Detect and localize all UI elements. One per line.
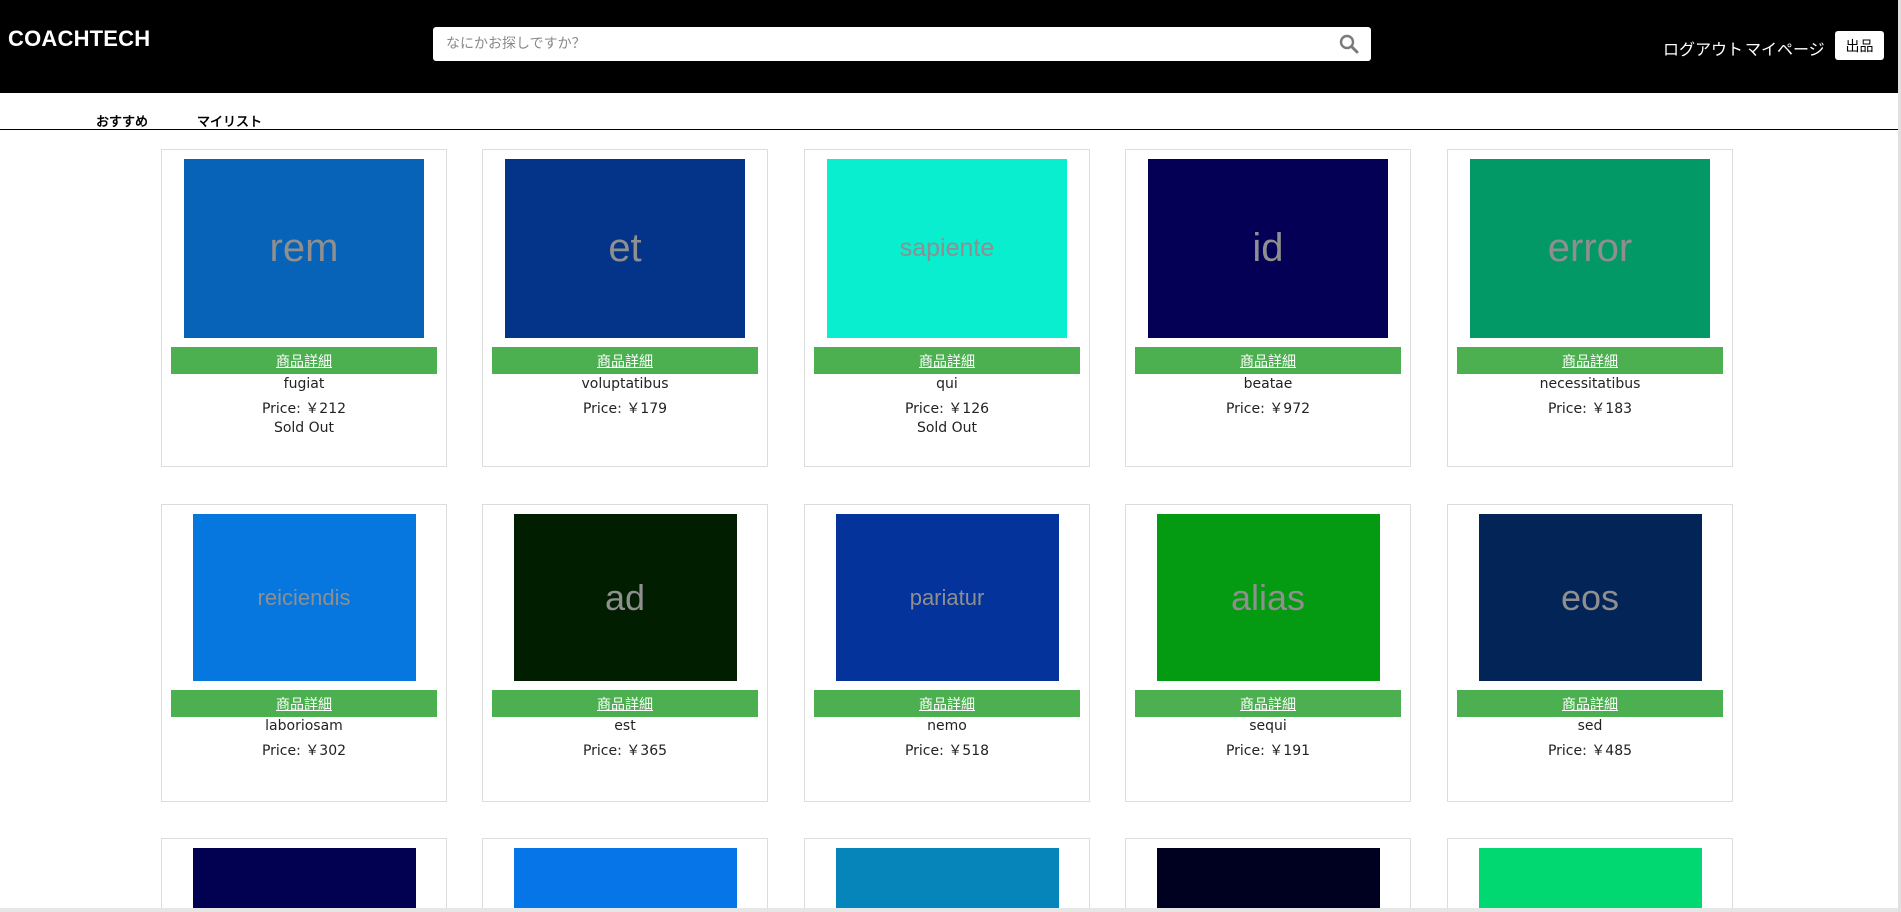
- logout-link[interactable]: ログアウト: [1663, 36, 1743, 60]
- product-card: et 商品詳細 voluptatibus Price: ￥179: [482, 149, 768, 467]
- product-image[interactable]: et: [505, 159, 745, 338]
- product-price: Price: ￥972: [1225, 401, 1311, 417]
- product-card: reiciendis 商品詳細 laboriosam Price: ￥302: [161, 504, 447, 802]
- product-image[interactable]: [835, 848, 1059, 912]
- sold-out-label: Sold Out: [916, 420, 978, 436]
- product-price: Price: ￥126: [904, 401, 990, 417]
- product-detail-button[interactable]: 商品詳細: [814, 690, 1080, 717]
- product-card: ad 商品詳細 est Price: ￥365: [482, 504, 768, 802]
- page-bottom-edge: [0, 908, 1898, 912]
- product-image[interactable]: id: [1148, 159, 1388, 338]
- search-icon[interactable]: [1339, 34, 1359, 54]
- product-image[interactable]: [1478, 848, 1702, 912]
- product-card: pariatur 商品詳細 nemo Price: ￥518: [804, 504, 1090, 802]
- product-image[interactable]: [1156, 848, 1380, 912]
- page: COACHTECH ログアウト マイページ 出品 おすすめ マイリスト rem 商…: [0, 0, 1901, 912]
- product-image[interactable]: error: [1470, 159, 1710, 338]
- product-name: fugiat: [283, 376, 325, 392]
- product-price: Price: ￥191: [1225, 743, 1311, 759]
- tab-recommended[interactable]: おすすめ: [96, 111, 148, 130]
- product-name: sequi: [1249, 718, 1287, 734]
- product-name: est: [614, 718, 636, 734]
- product-image[interactable]: reiciendis: [192, 514, 416, 681]
- product-card: eos 商品詳細 sed Price: ￥485: [1447, 504, 1733, 802]
- product-card: [1447, 838, 1733, 912]
- product-detail-button[interactable]: 商品詳細: [492, 690, 758, 717]
- product-detail-button[interactable]: 商品詳細: [1457, 690, 1723, 717]
- product-image[interactable]: rem: [184, 159, 424, 338]
- tab-bar: おすすめ マイリスト: [0, 93, 1898, 130]
- product-detail-button[interactable]: 商品詳細: [1135, 347, 1401, 374]
- product-name: necessitatibus: [1539, 376, 1641, 392]
- product-card: [482, 838, 768, 912]
- product-price: Price: ￥179: [582, 401, 668, 417]
- product-detail-button[interactable]: 商品詳細: [171, 690, 437, 717]
- product-image[interactable]: [192, 848, 416, 912]
- post-item-button[interactable]: 出品: [1835, 31, 1884, 60]
- search-bar: [433, 27, 1371, 61]
- product-image[interactable]: pariatur: [835, 514, 1059, 681]
- product-detail-button[interactable]: 商品詳細: [1135, 690, 1401, 717]
- product-detail-button[interactable]: 商品詳細: [814, 347, 1080, 374]
- product-card: [161, 838, 447, 912]
- product-price: Price: ￥485: [1547, 743, 1633, 759]
- product-price: Price: ￥183: [1547, 401, 1633, 417]
- product-name: laboriosam: [265, 718, 343, 734]
- tab-mylist[interactable]: マイリスト: [197, 111, 262, 130]
- sold-out-label: Sold Out: [273, 420, 335, 436]
- header: COACHTECH ログアウト マイページ 出品: [0, 0, 1898, 93]
- product-name: nemo: [927, 718, 967, 734]
- product-price: Price: ￥365: [582, 743, 668, 759]
- product-price: Price: ￥518: [904, 743, 990, 759]
- product-detail-button[interactable]: 商品詳細: [1457, 347, 1723, 374]
- product-card: [804, 838, 1090, 912]
- product-image[interactable]: eos: [1478, 514, 1702, 681]
- logo[interactable]: COACHTECH: [8, 26, 150, 52]
- product-image[interactable]: [513, 848, 737, 912]
- product-image[interactable]: ad: [513, 514, 737, 681]
- product-detail-button[interactable]: 商品詳細: [492, 347, 758, 374]
- product-card: error 商品詳細 necessitatibus Price: ￥183: [1447, 149, 1733, 467]
- product-card: alias 商品詳細 sequi Price: ￥191: [1125, 504, 1411, 802]
- product-card: rem 商品詳細 fugiat Price: ￥212 Sold Out: [161, 149, 447, 467]
- product-price: Price: ￥212: [261, 401, 347, 417]
- product-name: sed: [1577, 718, 1603, 734]
- product-name: qui: [936, 376, 958, 392]
- search-input[interactable]: [433, 27, 1313, 61]
- product-name: beatae: [1243, 376, 1293, 392]
- product-card: sapiente 商品詳細 qui Price: ￥126 Sold Out: [804, 149, 1090, 467]
- product-image[interactable]: sapiente: [827, 159, 1067, 338]
- product-card: id 商品詳細 beatae Price: ￥972: [1125, 149, 1411, 467]
- product-card: [1125, 838, 1411, 912]
- product-image[interactable]: alias: [1156, 514, 1380, 681]
- mypage-link[interactable]: マイページ: [1745, 36, 1825, 60]
- product-price: Price: ￥302: [261, 743, 347, 759]
- product-detail-button[interactable]: 商品詳細: [171, 347, 437, 374]
- product-name: voluptatibus: [581, 376, 669, 392]
